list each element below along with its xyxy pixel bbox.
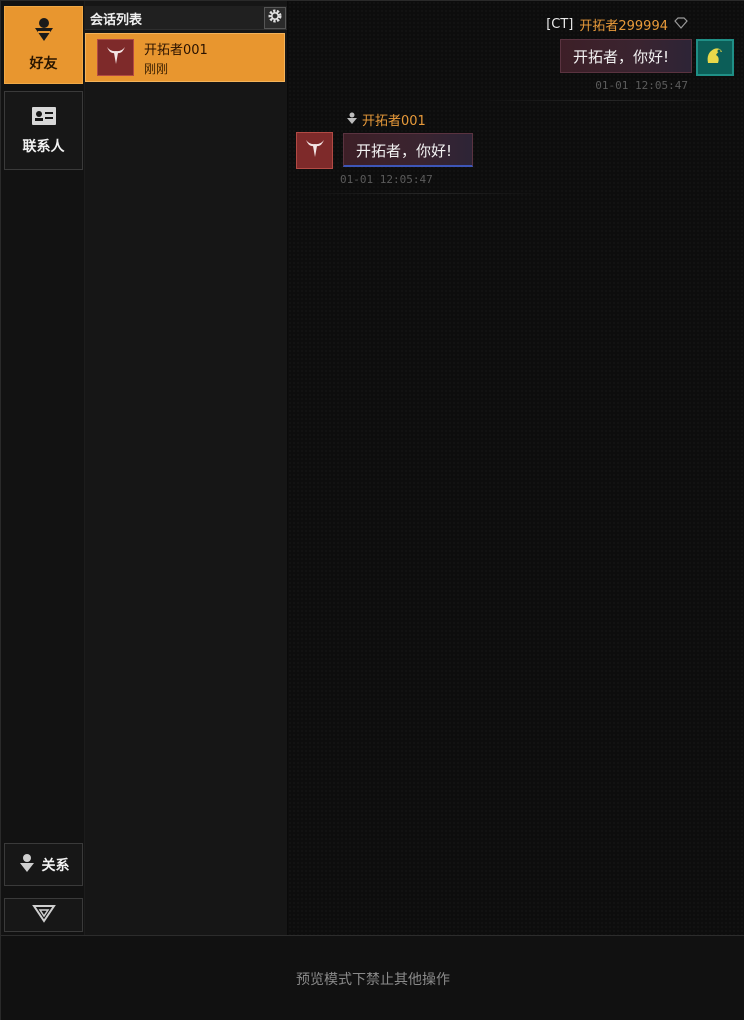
tab-contacts-label: 联系人 [22,138,65,155]
divider [292,193,552,194]
message-timestamp: 01-01 12:05:47 [595,79,688,92]
divider [478,100,738,101]
preview-footer: 预览模式下禁止其他操作 [1,935,744,1020]
triangle-down-icon [31,903,56,927]
avatar [97,39,134,76]
conversation-list-header: 会话列表 [85,6,287,30]
chat-panel: [CT] 开拓者299994 开拓者，你好! 01-01 12:05:47 开拓… [288,1,744,935]
friends-icon [32,17,56,47]
my-message-header: [CT] 开拓者299994 [546,15,688,34]
avatar[interactable] [696,39,734,76]
tab-friends[interactable]: 好友 [4,6,83,84]
left-rail: 好友 联系人 关系 [1,1,85,935]
contact-card-icon [31,106,57,130]
conversation-name: 开拓者001 [144,43,208,58]
my-message-bubble: 开拓者，你好! [560,39,692,73]
relation-icon [18,853,36,877]
avatar[interactable] [296,132,333,169]
conversation-time: 刚刚 [144,62,169,76]
diamond-icon [674,16,688,33]
tab-contacts[interactable]: 联系人 [4,91,83,170]
chat-window: 好友 联系人 关系 会话列表 开拓者001 刚刚 [CT] 开拓者299994 … [0,0,744,1020]
their-message-header: 开拓者001 [346,110,426,129]
their-message-bubble: 开拓者，你好! [343,133,473,167]
conversation-item[interactable]: 开拓者001 刚刚 [85,33,285,82]
sender-name: 开拓者299994 [579,19,668,34]
sender-name: 开拓者001 [362,114,426,129]
tab-friends-label: 好友 [29,56,58,72]
conversation-list-title: 会话列表 [90,13,143,28]
preview-notice: 预览模式下禁止其他操作 [296,972,450,988]
conversation-list: 会话列表 开拓者001 刚刚 [85,1,287,935]
gear-icon [267,8,283,28]
guild-tag: [CT] [546,17,574,32]
collapse-button[interactable] [4,898,83,932]
bull-emblem-icon [104,44,128,72]
rank-icon [346,112,358,128]
dragon-emblem-icon [702,43,728,73]
settings-button[interactable] [264,7,286,29]
message-timestamp: 01-01 12:05:47 [340,173,433,186]
bull-emblem-icon [303,137,327,165]
relation-label: 关系 [41,857,70,874]
relation-button[interactable]: 关系 [4,843,83,886]
